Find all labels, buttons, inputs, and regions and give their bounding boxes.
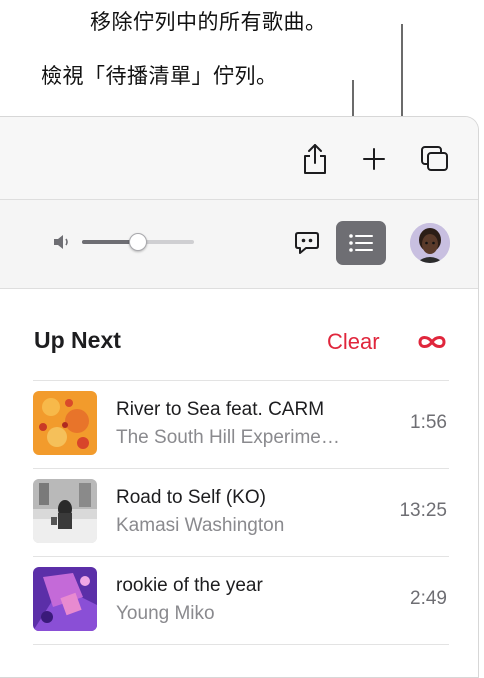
- share-icon[interactable]: [301, 143, 329, 175]
- volume-slider-thumb[interactable]: [129, 233, 147, 251]
- callout-view-queue: 檢視「待播清單」佇列。: [41, 64, 278, 88]
- album-art: [33, 391, 97, 455]
- up-next-panel: Up Next Clear River to Sea feat. CARM Th…: [0, 289, 478, 677]
- list-icon: [349, 234, 373, 252]
- divider: [33, 644, 449, 645]
- autoplay-infinity-icon[interactable]: [417, 334, 447, 350]
- song-title: Road to Self (KO): [116, 487, 266, 508]
- memoji-avatar-icon: [410, 223, 450, 263]
- clear-button[interactable]: Clear: [327, 329, 380, 355]
- top-toolbar: [0, 117, 478, 200]
- song-duration: 1:56: [410, 412, 447, 433]
- miniplayer-icon[interactable]: [420, 145, 450, 173]
- queue-button[interactable]: [336, 221, 386, 265]
- callout-clear-queue: 移除佇列中的所有歌曲。: [90, 10, 327, 34]
- song-duration: 2:49: [410, 588, 447, 609]
- volume-low-icon: [54, 235, 68, 249]
- account-avatar[interactable]: [410, 223, 450, 263]
- queue-row[interactable]: Road to Self (KO) Kamasi Washington 13:2…: [33, 469, 449, 557]
- album-art: [33, 479, 97, 543]
- music-window: Up Next Clear River to Sea feat. CARM Th…: [0, 116, 479, 678]
- song-artist: Kamasi Washington: [116, 515, 285, 536]
- song-title: rookie of the year: [116, 575, 263, 596]
- add-icon[interactable]: [362, 147, 386, 171]
- song-artist: The South Hill Experime…: [116, 427, 340, 448]
- song-title: River to Sea feat. CARM: [116, 399, 325, 420]
- lyrics-icon[interactable]: [294, 230, 320, 256]
- album-art: [33, 567, 97, 631]
- playback-toolbar: [0, 200, 478, 289]
- song-duration: 13:25: [399, 500, 447, 521]
- queue-row[interactable]: rookie of the year Young Miko 2:49: [33, 557, 449, 645]
- up-next-title: Up Next: [34, 327, 121, 353]
- song-artist: Young Miko: [116, 603, 215, 624]
- volume-slider[interactable]: [82, 232, 194, 252]
- queue-row[interactable]: River to Sea feat. CARM The South Hill E…: [33, 381, 449, 469]
